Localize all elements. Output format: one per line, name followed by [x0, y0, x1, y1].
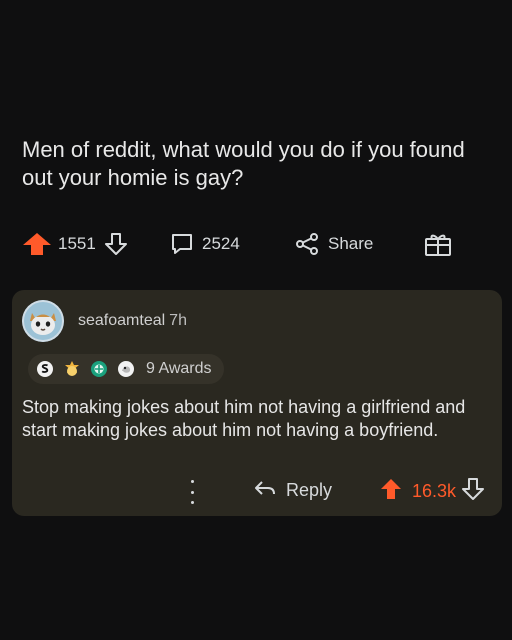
awards-count: 9 Awards	[146, 360, 212, 377]
comment-timestamp: 7h	[169, 312, 187, 329]
share-icon	[294, 232, 320, 256]
post-actions-bar: 1551 2524 Share	[22, 228, 490, 260]
reply-button[interactable]: Reply	[254, 478, 332, 503]
award-icon	[63, 360, 81, 378]
comment-actions-bar: Reply 16.3k	[22, 478, 492, 506]
award-post-button[interactable]	[424, 231, 452, 257]
downvote-icon[interactable]	[462, 478, 485, 505]
post-comment-count: 2524	[202, 234, 240, 253]
comment-icon	[170, 232, 194, 256]
comment-vote-group: 16.3k	[380, 478, 485, 505]
downvote-icon[interactable]	[104, 232, 128, 256]
more-options-button[interactable]	[185, 480, 199, 504]
award-icon	[117, 360, 135, 378]
post-vote-group: 1551	[22, 232, 170, 256]
reply-label: Reply	[286, 480, 333, 500]
comment-card: seafoamteal 7h 9 Awards Stop making joke…	[12, 290, 502, 516]
avatar[interactable]	[22, 300, 64, 342]
reply-icon	[254, 478, 276, 503]
more-icon	[190, 480, 194, 483]
share-label: Share	[328, 234, 374, 253]
awards-summary[interactable]: 9 Awards	[28, 354, 224, 384]
comment-body: Stop making jokes about him not having a…	[22, 397, 466, 440]
comments-button[interactable]: 2524	[170, 232, 294, 256]
share-button[interactable]: Share	[294, 232, 424, 256]
upvote-icon[interactable]	[22, 232, 52, 256]
award-icon	[36, 360, 54, 378]
upvote-icon[interactable]	[380, 478, 402, 505]
award-icon	[90, 360, 108, 378]
post-vote-count: 1551	[58, 234, 96, 253]
gift-icon	[424, 231, 452, 257]
more-icon	[190, 490, 194, 494]
comment-score: 16.3k	[412, 481, 457, 501]
more-icon	[190, 501, 194, 504]
comment-username[interactable]: seafoamteal	[78, 312, 165, 330]
avatar-icon	[22, 300, 64, 342]
comment-header: seafoamteal 7h	[22, 300, 187, 342]
post-title: Men of reddit, what would you do if you …	[22, 137, 465, 190]
